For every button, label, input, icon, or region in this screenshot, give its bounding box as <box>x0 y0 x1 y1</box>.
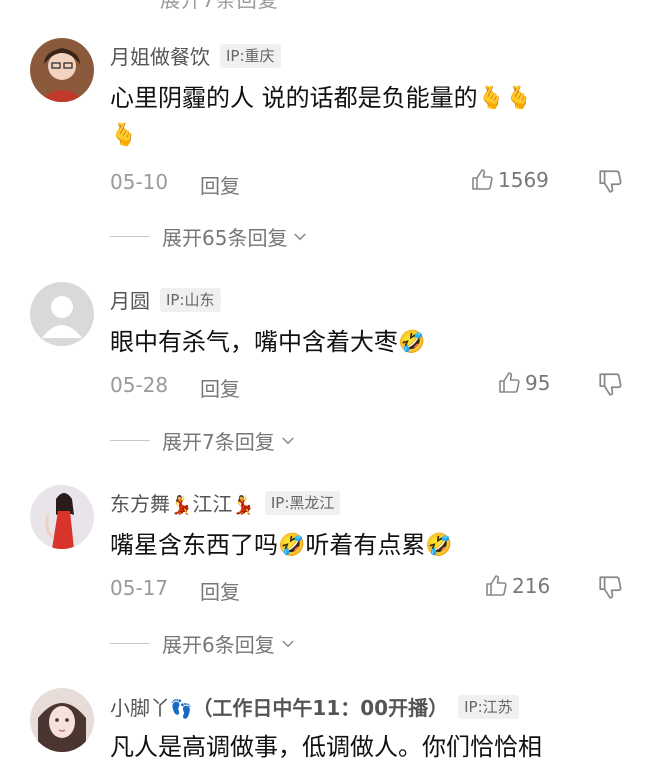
name-row: 小脚丫👣（工作日中午11：00开播） IP:江苏 <box>110 692 519 721</box>
divider <box>110 643 150 644</box>
divider <box>110 236 150 237</box>
dancer-emoji: 💃 <box>232 495 255 516</box>
dislike-button[interactable] <box>597 168 623 194</box>
comment-text: 眼中有杀气，嘴中含着大枣🤣 <box>110 324 425 361</box>
username[interactable]: 月姐做餐饮 <box>110 41 210 70</box>
ip-location-badge: IP:江苏 <box>458 694 519 719</box>
comment-text: 凡人是高调做事，低调做人。你们恰恰相 <box>110 733 542 761</box>
clipped-expand-replies[interactable]: 展开7条回复 <box>160 0 279 13</box>
dancer-emoji: 💃 <box>170 495 193 516</box>
username[interactable]: 小脚丫👣（工作日中午11：00开播） <box>110 692 448 721</box>
ip-location-badge: IP:山东 <box>160 287 221 312</box>
thumbs-up-icon <box>472 169 493 190</box>
divider <box>110 440 150 441</box>
username[interactable]: 月圆 <box>110 285 150 314</box>
thumbs-up-icon <box>486 575 507 596</box>
expand-replies[interactable]: 展开65条回复 <box>110 222 309 251</box>
thumbs-down-icon <box>599 576 622 599</box>
name-row: 月圆 IP:山东 <box>110 285 221 314</box>
avatar[interactable] <box>30 485 94 549</box>
avatar[interactable] <box>30 38 94 102</box>
name-row: 东方舞💃江江💃 IP:黑龙江 <box>110 488 341 517</box>
expand-replies-label: 展开6条回复 <box>162 633 275 657</box>
chevron-down-icon <box>294 232 307 240</box>
rolling-laughing-emoji: 🤣 <box>398 330 426 355</box>
expand-replies-label: 展开65条回复 <box>162 226 288 250</box>
like-button[interactable]: 1569 <box>470 168 549 192</box>
avatar[interactable] <box>30 282 94 346</box>
rolling-laughing-emoji: 🤣 <box>278 533 306 558</box>
expand-replies[interactable]: 展开6条回复 <box>110 629 297 658</box>
comment-date: 05-17 <box>110 576 169 600</box>
comment-text: 心里阴霾的人 说的话都是负能量的🫰🫰 🫰 <box>110 80 532 154</box>
chevron-down-icon <box>281 639 294 647</box>
comment-date: 05-28 <box>110 373 169 397</box>
name-row: 月姐做餐饮 IP:重庆 <box>110 41 281 70</box>
thumbs-down-icon <box>599 170 622 193</box>
ip-location-badge: IP:黑龙江 <box>264 490 341 515</box>
comment-date: 05-10 <box>110 170 169 194</box>
expand-replies[interactable]: 展开7条回复 <box>110 426 297 455</box>
like-count: 1569 <box>498 168 549 192</box>
like-count: 216 <box>512 574 551 598</box>
thumbs-down-icon <box>599 373 622 396</box>
footprints-emoji: 👣 <box>170 699 193 720</box>
avatar[interactable] <box>30 688 94 752</box>
dislike-button[interactable] <box>597 371 623 397</box>
thumbs-up-icon <box>499 372 520 393</box>
ip-location-badge: IP:重庆 <box>220 43 281 68</box>
finger-heart-emoji: 🫰 <box>505 86 533 111</box>
reply-button[interactable]: 回复 <box>200 576 240 605</box>
like-button[interactable]: 216 <box>484 574 550 598</box>
rolling-laughing-emoji: 🤣 <box>425 533 453 558</box>
reply-button[interactable]: 回复 <box>200 373 240 402</box>
reply-button[interactable]: 回复 <box>200 170 240 199</box>
username[interactable]: 东方舞💃江江💃 <box>110 488 255 517</box>
chevron-down-icon <box>281 436 294 444</box>
expand-replies-label: 展开7条回复 <box>162 430 275 454</box>
like-button[interactable]: 95 <box>497 371 550 395</box>
like-count: 95 <box>525 371 551 395</box>
dislike-button[interactable] <box>597 574 623 600</box>
comment-text: 嘴星含东西了吗🤣听着有点累🤣 <box>110 527 453 564</box>
finger-heart-emoji: 🫰 <box>477 86 506 111</box>
finger-heart-emoji: 🫰 <box>110 123 138 148</box>
